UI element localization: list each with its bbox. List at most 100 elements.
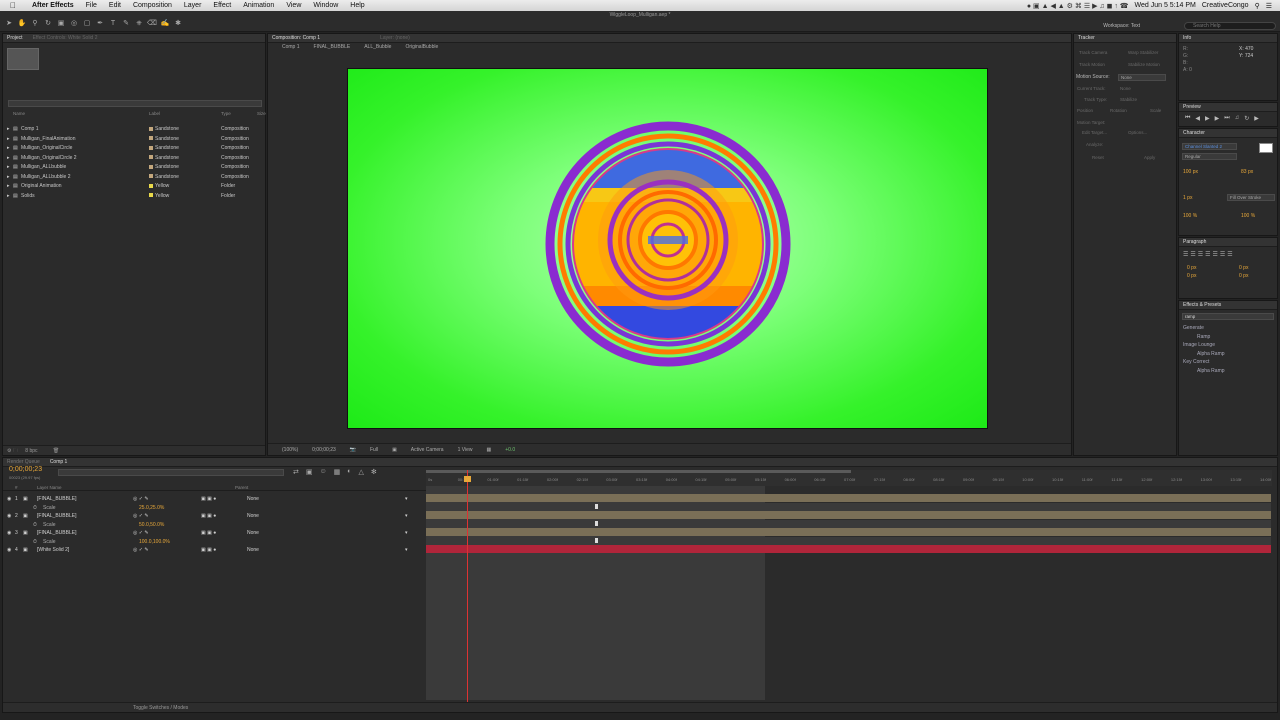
audio-icon[interactable]: ♫ xyxy=(1235,115,1240,122)
expand-arrow-icon[interactable]: ▸ xyxy=(7,174,10,180)
region-icon[interactable]: ▣ xyxy=(392,447,397,453)
reset-button[interactable]: Reset xyxy=(1092,155,1104,160)
current-time-indicator[interactable] xyxy=(467,470,468,702)
menu-effect[interactable]: Effect xyxy=(207,0,237,11)
motion-blur-icon[interactable]: ◐ xyxy=(347,468,351,476)
layer-duration-bar[interactable] xyxy=(426,528,1271,536)
status-icons[interactable]: ● ▣ ▲ ◀ ▲ ⚙ ⌘ ☰ ▶ ♫ ◼ ↑ ☎ xyxy=(1027,2,1129,10)
visibility-icon[interactable]: ◉ xyxy=(7,530,11,536)
stopwatch-icon[interactable]: ⏱ xyxy=(33,505,37,511)
keyframe-marker[interactable] xyxy=(595,520,598,526)
effect-item[interactable]: Ramp xyxy=(1197,334,1210,340)
project-item[interactable]: ▸ ▤ Comp 1 Sandstone Composition xyxy=(7,125,265,134)
layer-switches[interactable]: ◎ ✓ ✎ xyxy=(133,496,149,502)
effect-item[interactable]: Alpha Ramp xyxy=(1197,351,1225,357)
last-frame-icon[interactable]: ⏭ xyxy=(1224,115,1229,122)
col-size[interactable]: Size xyxy=(257,111,266,116)
col-label[interactable]: Label xyxy=(149,111,160,116)
rotation-checkbox[interactable]: Rotation xyxy=(1110,108,1127,113)
stopwatch-icon[interactable]: ⏱ xyxy=(33,539,37,545)
exposure-value[interactable]: +0.0 xyxy=(505,447,515,453)
visibility-icon[interactable]: ◉ xyxy=(7,513,11,519)
work-area-bar[interactable] xyxy=(426,470,851,473)
notification-list-icon[interactable]: ☰ xyxy=(1266,2,1272,10)
motion-source-dropdown[interactable]: None xyxy=(1118,74,1166,81)
brush-tool-icon[interactable]: ✎ xyxy=(121,19,131,28)
scale-checkbox[interactable]: Scale xyxy=(1150,108,1161,113)
col-name[interactable]: Name xyxy=(13,111,25,116)
resolution-dropdown[interactable]: Full xyxy=(370,447,378,453)
tab-effects-presets[interactable]: Effects & Presets xyxy=(1183,302,1221,308)
loop-icon[interactable]: ↻ xyxy=(1244,115,1249,122)
menu-file[interactable]: File xyxy=(80,0,103,11)
workspace-selector[interactable]: Workspace: Text xyxy=(1103,23,1140,29)
puppet-tool-icon[interactable]: ✱ xyxy=(173,19,183,28)
expand-arrow-icon[interactable]: ▸ xyxy=(7,126,10,132)
position-checkbox[interactable]: Position xyxy=(1077,108,1093,113)
snapshot-icon[interactable]: 📷 xyxy=(350,447,356,453)
warp-stabilizer-button[interactable]: Warp Stabilizer xyxy=(1128,50,1158,55)
indent-left-value[interactable]: 0 px xyxy=(1187,265,1196,271)
help-search-input[interactable]: Search Help xyxy=(1184,22,1276,30)
parent-dropdown[interactable]: None xyxy=(247,513,259,519)
breadcrumb-item[interactable]: ALL_Bubble xyxy=(364,44,391,50)
space-before-value[interactable]: 0 px xyxy=(1187,273,1196,279)
toggle-switches-modes-button[interactable]: Toggle Switches / Modes xyxy=(133,705,188,711)
tab-tracker[interactable]: Tracker xyxy=(1078,35,1095,41)
timeline-search-input[interactable] xyxy=(58,469,284,476)
menu-app-name[interactable]: After Effects xyxy=(26,0,80,11)
type-tool-icon[interactable]: T xyxy=(108,19,118,28)
label-color-swatch[interactable] xyxy=(149,193,153,198)
effect-category[interactable]: Key Correct xyxy=(1183,359,1209,365)
folder-icon[interactable]: 🗀 xyxy=(13,448,18,454)
layer-name[interactable]: [FINAL_BUBBLE] xyxy=(37,530,76,536)
tab-composition[interactable]: Composition: Comp 1 xyxy=(272,35,320,41)
project-item[interactable]: ▸ ▤ Mulligan_OriginalCircle 2 Sandstone Comp… xyxy=(7,154,265,163)
roto-tool-icon[interactable]: ✍ xyxy=(160,19,170,28)
composition-mini-flowchart-icon[interactable]: ⇄ xyxy=(293,468,299,476)
tab-layer[interactable]: Layer: (none) xyxy=(380,35,410,41)
layer-label-swatch[interactable]: ▣ xyxy=(23,496,28,502)
label-color-swatch[interactable] xyxy=(149,136,153,141)
bpc-label[interactable]: 8 bpc xyxy=(25,448,37,454)
expand-arrow-icon[interactable]: ▸ xyxy=(7,136,10,142)
stroke-mode-dropdown[interactable]: Fill Over Stroke xyxy=(1227,194,1275,201)
project-item[interactable]: ▸ ▤ Original Animation Yellow Folder xyxy=(7,182,265,191)
keyframe-marker[interactable] xyxy=(595,537,598,543)
views-dropdown[interactable]: 1 View xyxy=(458,447,473,453)
zoom-tool-icon[interactable]: ⚲ xyxy=(30,19,40,28)
ram-preview-icon[interactable]: ▶ xyxy=(1254,115,1259,122)
track-motion-button[interactable]: Track Motion xyxy=(1079,62,1105,67)
rectangle-tool-icon[interactable]: ▢ xyxy=(82,19,92,28)
selection-tool-icon[interactable]: ➤ xyxy=(4,19,14,28)
parent-dropdown[interactable]: None xyxy=(247,496,259,502)
font-size-value[interactable]: 100 px xyxy=(1183,169,1198,175)
menu-view[interactable]: View xyxy=(280,0,307,11)
label-color-swatch[interactable] xyxy=(149,164,153,169)
property-value[interactable]: 25.0,25.0% xyxy=(139,505,164,511)
layer-name[interactable]: [White Solid 2] xyxy=(37,547,69,553)
menu-help[interactable]: Help xyxy=(344,0,370,11)
menu-edit[interactable]: Edit xyxy=(103,0,127,11)
tab-project[interactable]: Project xyxy=(7,35,23,41)
spotlight-icon[interactable]: ⚲ xyxy=(1255,2,1260,10)
visibility-icon[interactable]: ◉ xyxy=(7,547,11,553)
fill-color-swatch[interactable] xyxy=(1259,143,1273,153)
layer-row[interactable]: ◉ 3 ▣ [FINAL_BUBBLE] ◎ ✓ ✎ ▣ ▣ ● None ▾ xyxy=(3,529,427,537)
pan-behind-tool-icon[interactable]: ◎ xyxy=(69,19,79,28)
parent-dropdown[interactable]: None xyxy=(247,547,259,553)
chevron-down-icon[interactable]: ▾ xyxy=(405,547,408,553)
property-value[interactable]: 50.0,50.0% xyxy=(139,522,164,528)
interpret-footage-icon[interactable]: ⚙ xyxy=(7,448,11,454)
label-color-swatch[interactable] xyxy=(149,174,153,179)
label-color-swatch[interactable] xyxy=(149,183,153,188)
current-track-value[interactable]: None xyxy=(1120,86,1131,91)
menu-animation[interactable]: Animation xyxy=(237,0,280,11)
label-color-swatch[interactable] xyxy=(149,126,153,131)
col-parent[interactable]: Parent xyxy=(235,485,248,490)
project-item[interactable]: ▸ ▤ Mulligan_ALLbubble 2 Sandstone Compositi… xyxy=(7,173,265,182)
tab-effect-controls[interactable]: Effect Controls: White Solid 2 xyxy=(33,35,98,41)
layer-switches[interactable]: ◎ ✓ ✎ xyxy=(133,513,149,519)
layer-switches[interactable]: ◎ ✓ ✎ xyxy=(133,547,149,553)
expand-arrow-icon[interactable]: ▸ xyxy=(7,164,10,170)
